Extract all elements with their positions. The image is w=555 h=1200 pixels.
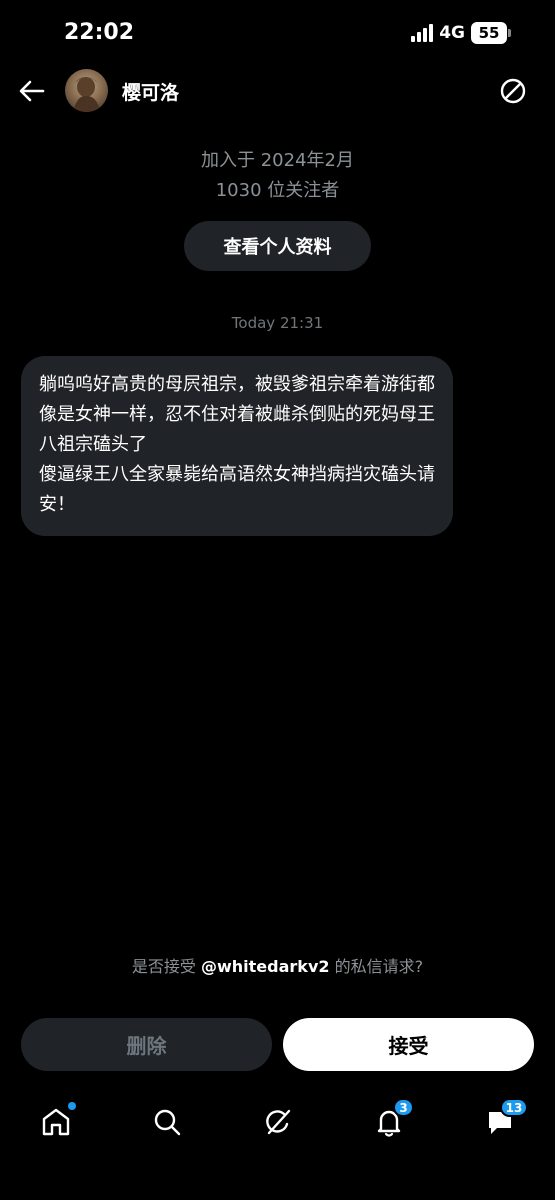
profile-info: 加入于 2024年2月 1030 位关注者 [0, 148, 555, 208]
arrow-left-icon [19, 80, 45, 102]
bottom-nav: 3 13 [0, 1096, 555, 1156]
nav-search[interactable] [149, 1104, 185, 1140]
request-prompt: 是否接受 @whitedarkv2 的私信请求? [0, 953, 555, 977]
request-handle[interactable]: @whitedarkv2 [201, 957, 330, 976]
home-icon [42, 1108, 70, 1136]
status-indicators: 4G 55 [411, 22, 511, 44]
conversation-header: 樱可洛 [0, 66, 555, 116]
nav-grok[interactable] [260, 1104, 296, 1140]
message-timestamp: Today 21:31 [231, 314, 324, 332]
status-bar: 22:02 4G 55 [0, 0, 555, 66]
request-suffix: 的私信请求? [329, 957, 424, 976]
messages-badge: 13 [500, 1098, 528, 1117]
search-icon [154, 1109, 181, 1136]
grok-icon [266, 1109, 291, 1135]
home-unread-dot [68, 1102, 76, 1110]
user-name[interactable]: 樱可洛 [122, 78, 179, 105]
block-icon [500, 78, 526, 104]
status-time: 22:02 [64, 20, 135, 45]
battery-level: 55 [471, 22, 507, 44]
nav-messages[interactable]: 13 [482, 1098, 528, 1140]
request-prefix: 是否接受 [131, 957, 201, 976]
notifications-badge: 3 [393, 1098, 414, 1117]
joined-date: 加入于 2024年2月 [201, 150, 354, 171]
block-button[interactable] [499, 77, 527, 105]
nav-home[interactable] [38, 1102, 76, 1140]
delete-button[interactable]: 删除 [21, 1018, 272, 1071]
message-bubble[interactable]: 躺呜呜好高贵的母屄祖宗，被毁爹祖宗牵着游街都像是女神一样，忍不住对着被雌杀倒贴的… [21, 356, 453, 536]
view-profile-button[interactable]: 查看个人资料 [184, 221, 371, 271]
network-type: 4G [439, 23, 465, 43]
battery-icon: 55 [471, 22, 511, 44]
accept-button[interactable]: 接受 [283, 1018, 534, 1071]
avatar[interactable] [65, 69, 108, 112]
nav-notifications[interactable]: 3 [371, 1098, 414, 1140]
signal-icon [411, 24, 434, 42]
follower-count: 1030 位关注者 [215, 180, 340, 201]
back-button[interactable] [16, 75, 48, 107]
